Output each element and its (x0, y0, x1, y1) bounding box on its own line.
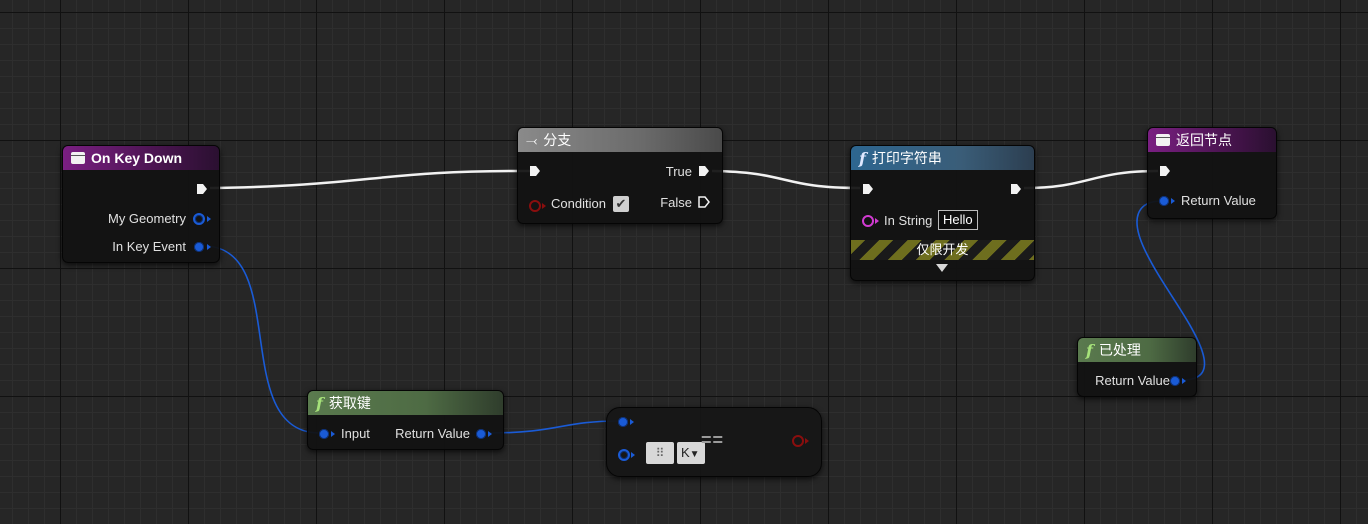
branch-false-label: False (660, 195, 692, 210)
handled-title: 已处理 (1098, 342, 1141, 358)
development-only-banner: 仅限开发 (851, 240, 1034, 260)
struct-wire-getkey-to-equal (487, 420, 621, 434)
print-string-title: 打印字符串 (871, 150, 942, 166)
print-exec-in-pin[interactable] (862, 183, 874, 195)
return-node[interactable]: 返回节点 Return Value (1147, 127, 1277, 219)
in-string-label: In String (884, 213, 933, 228)
handled-node[interactable]: f 已处理 Return Value (1077, 337, 1197, 397)
equal-result-pin-arrow (805, 438, 809, 444)
return-exec-in-pin[interactable] (1159, 165, 1171, 177)
condition-pin[interactable] (529, 200, 541, 212)
branch-true-label: True (665, 164, 692, 179)
return-node-title: 返回节点 (1176, 132, 1232, 148)
pure-function-icon: f (316, 393, 323, 413)
in-string-pin[interactable] (862, 215, 874, 227)
handled-return-value-pin-arrow (1182, 378, 1186, 384)
get-key-input-pin-arrow (331, 431, 335, 437)
print-string-node[interactable]: f 打印字符串 In String Hello 仅限开发 (850, 145, 1035, 281)
branch-header[interactable]: ⤙ 分支 (518, 128, 722, 152)
struct-wire-keyevent-to-getkey (205, 245, 319, 434)
expand-arrow-icon[interactable] (936, 264, 948, 272)
chevron-down-icon: ▼ (689, 449, 700, 460)
in-string-pin-arrow (875, 218, 879, 224)
equal-operator-label: == (701, 430, 725, 450)
return-value-in-pin[interactable] (1159, 196, 1169, 206)
keyboard-icon[interactable]: ⠿ (646, 442, 674, 464)
in-key-event-pin-arrow (207, 244, 211, 250)
exec-wire-branch-to-print (711, 169, 861, 190)
condition-label: Condition (551, 196, 606, 211)
equal-a-pin[interactable] (618, 417, 628, 427)
return-value-in-pin-arrow (1171, 198, 1175, 204)
exec-wire-event-to-branch (209, 169, 531, 190)
my-geometry-pin-arrow (207, 216, 211, 222)
get-key-node[interactable]: f 获取键 Input Return Value (307, 390, 504, 450)
on-key-down-title: On Key Down (91, 150, 183, 166)
get-key-return-value-pin-arrow (488, 431, 492, 437)
condition-pin-arrow (542, 203, 546, 209)
pure-function-icon: f (1086, 340, 1093, 360)
exec-out-pin[interactable] (196, 183, 208, 195)
handled-return-value-pin[interactable] (1170, 376, 1180, 386)
equal-b-pin-arrow (631, 452, 635, 458)
get-key-input-label: Input (341, 426, 370, 441)
key-select-value: K (681, 445, 690, 460)
event-icon (71, 152, 85, 164)
print-exec-out-pin[interactable] (1010, 183, 1022, 195)
handled-return-value-label: Return Value (1095, 373, 1170, 388)
equal-result-pin[interactable] (792, 435, 804, 447)
branch-false-pin[interactable] (698, 196, 710, 208)
development-only-label: 仅限开发 (916, 242, 969, 257)
branch-node[interactable]: ⤙ 分支 True Condition ✔ False (517, 127, 723, 224)
equal-b-pin[interactable] (618, 449, 630, 461)
my-geometry-pin[interactable] (193, 213, 205, 225)
return-value-label: Return Value (1181, 193, 1256, 208)
equal-key-node[interactable]: ⠿ K▼ == (606, 407, 822, 477)
return-node-header[interactable]: 返回节点 (1148, 128, 1276, 152)
my-geometry-label: My Geometry (107, 211, 186, 226)
get-key-return-value-label: Return Value (395, 426, 470, 441)
get-key-header[interactable]: f 获取键 (308, 391, 503, 415)
exec-wire-print-to-return (1023, 169, 1159, 190)
branch-exec-in-pin[interactable] (529, 165, 541, 177)
on-key-down-header[interactable]: On Key Down (63, 146, 219, 170)
in-string-input[interactable]: Hello (938, 210, 978, 230)
function-icon: f (859, 148, 866, 168)
equal-a-pin-arrow (630, 419, 634, 425)
return-node-icon (1156, 134, 1170, 146)
branch-icon: ⤙ (526, 131, 538, 148)
condition-checkbox[interactable]: ✔ (613, 196, 629, 212)
branch-true-pin[interactable] (698, 165, 710, 177)
on-key-down-node[interactable]: On Key Down My Geometry In Key Event (62, 145, 220, 263)
in-key-event-label: In Key Event (112, 239, 186, 254)
in-key-event-pin[interactable] (194, 242, 204, 252)
get-key-return-value-pin[interactable] (476, 429, 486, 439)
get-key-title: 获取键 (328, 395, 371, 411)
get-key-input-pin[interactable] (319, 429, 329, 439)
branch-title: 分支 (543, 132, 572, 148)
print-string-header[interactable]: f 打印字符串 (851, 146, 1034, 170)
handled-header[interactable]: f 已处理 (1078, 338, 1196, 362)
